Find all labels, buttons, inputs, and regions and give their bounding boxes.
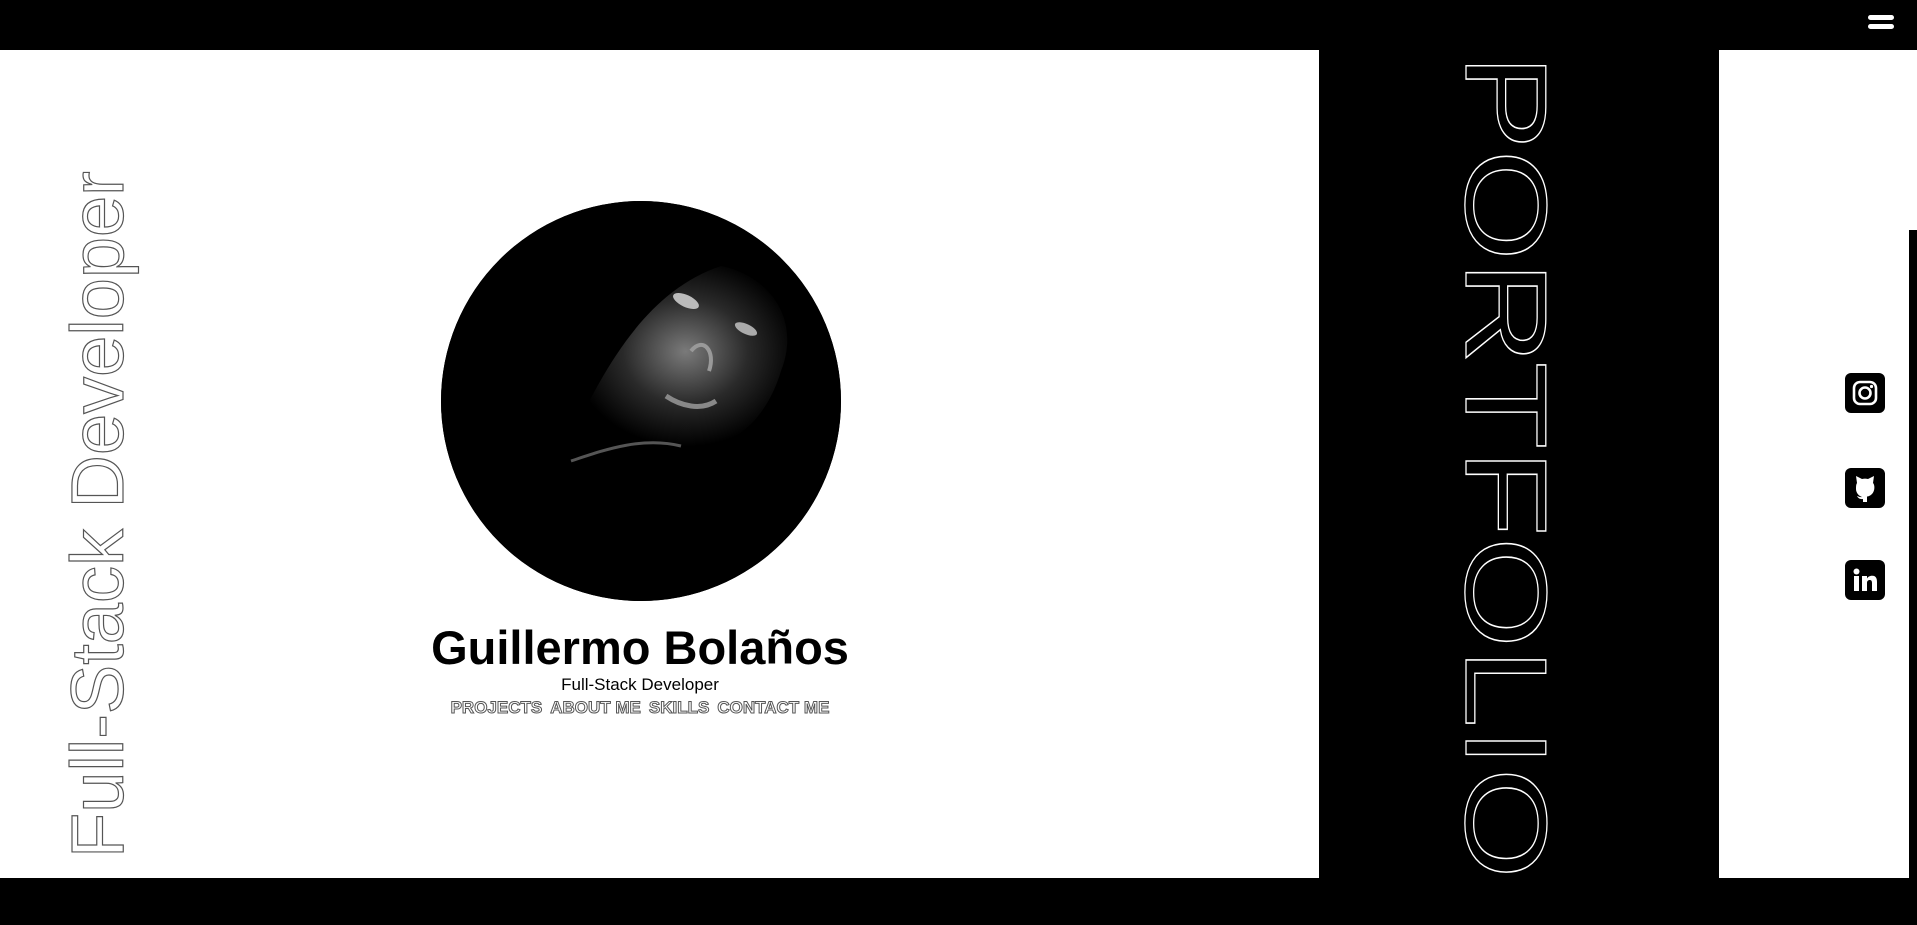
portfolio-vertical-text: PORTFOLIO — [1319, 50, 1719, 878]
hamburger-menu-icon — [1868, 15, 1894, 20]
side-role-text: Full-Stack Developer — [0, 50, 160, 878]
profile-name: Guillermo Bolaños — [431, 621, 849, 674]
nav-projects-link[interactable]: PROJECTS — [450, 698, 543, 718]
github-icon — [1856, 476, 1875, 502]
instagram-icon — [1852, 380, 1878, 406]
instagram-link[interactable] — [1845, 373, 1885, 413]
social-panel — [1719, 50, 1908, 878]
profile-nav: PROJECTS ABOUT ME SKILLS CONTACT ME — [380, 697, 900, 719]
side-role-label: Full-Stack Developer — [56, 171, 139, 858]
nav-about-me-link[interactable]: ABOUT ME — [550, 698, 642, 718]
linkedin-link[interactable] — [1845, 560, 1885, 600]
nav-contact-me-link[interactable]: CONTACT ME — [717, 698, 830, 718]
linkedin-icon — [1853, 568, 1877, 591]
bottom-bar — [0, 878, 1917, 925]
github-link[interactable] — [1845, 468, 1885, 508]
nav-skills-link[interactable]: SKILLS — [648, 698, 709, 718]
top-bar — [0, 0, 1917, 50]
scrollbar-thumb[interactable] — [1909, 230, 1917, 878]
portfolio-label: PORTFOLIO — [1441, 54, 1571, 878]
hamburger-menu-icon-bar — [1868, 24, 1894, 29]
portfolio-panel: PORTFOLIO — [1319, 50, 1719, 878]
avatar — [441, 201, 841, 601]
menu-button[interactable] — [1865, 10, 1897, 36]
profile-role: Full-Stack Developer — [561, 675, 719, 694]
